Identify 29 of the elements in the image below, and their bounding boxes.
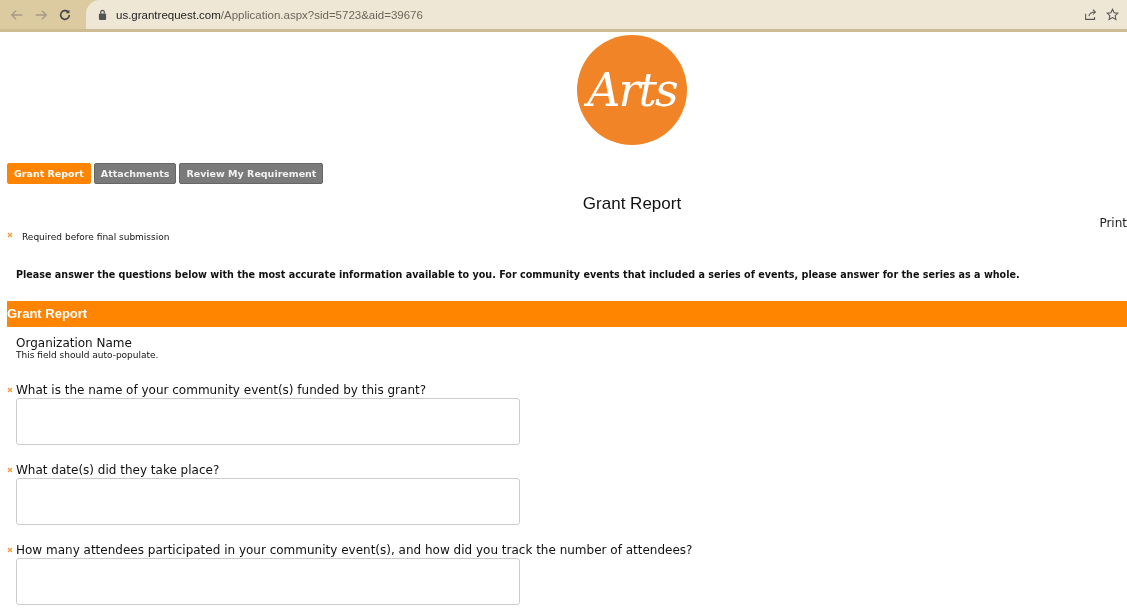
- forward-icon[interactable]: [34, 7, 48, 22]
- question-label: What is the name of your community event(s) funded by this grant?: [16, 383, 427, 397]
- required-icon: [7, 467, 13, 473]
- question-label: What date(s) did they take place?: [16, 463, 220, 477]
- section-header: Grant Report: [7, 301, 1127, 327]
- page-title: Grant Report: [581, 194, 683, 214]
- back-icon[interactable]: [10, 7, 24, 22]
- answer-box[interactable]: [16, 398, 520, 445]
- required-legend: Required before final submission: [22, 232, 170, 242]
- share-icon[interactable]: [1084, 8, 1097, 21]
- arts-logo: Arts: [577, 35, 687, 145]
- field-label: Organization Name: [16, 336, 133, 350]
- tab[interactable]: Grant Report: [7, 163, 91, 184]
- tab[interactable]: Attachments: [93, 163, 177, 184]
- star-icon[interactable]: [1106, 8, 1119, 21]
- answer-box[interactable]: [16, 478, 520, 525]
- required-icon: [7, 547, 13, 553]
- url-text: us.grantrequest.com/Application.aspx?sid=5723&aid=39676: [116, 8, 423, 21]
- answer-box[interactable]: [16, 558, 520, 605]
- tab[interactable]: Review My Requirement: [179, 163, 324, 184]
- print-link[interactable]: Print: [1099, 216, 1127, 230]
- reload-icon[interactable]: [58, 7, 72, 22]
- required-icon: [7, 387, 13, 393]
- required-icon: [7, 232, 13, 238]
- question-label: How many attendees participated in your community event(s), and how did you track the number of attendees?: [16, 543, 693, 557]
- field-hint: This field should auto-populate.: [16, 350, 160, 360]
- lock-icon: [98, 9, 107, 20]
- instructions-text: Please answer the questions below with the most accurate information available to you. For community events that included a series of events, please answer for the series as a whole.: [16, 269, 1021, 280]
- address-bar[interactable]: us.grantrequest.com/Application.aspx?sid=5723&aid=39676: [86, 0, 1127, 29]
